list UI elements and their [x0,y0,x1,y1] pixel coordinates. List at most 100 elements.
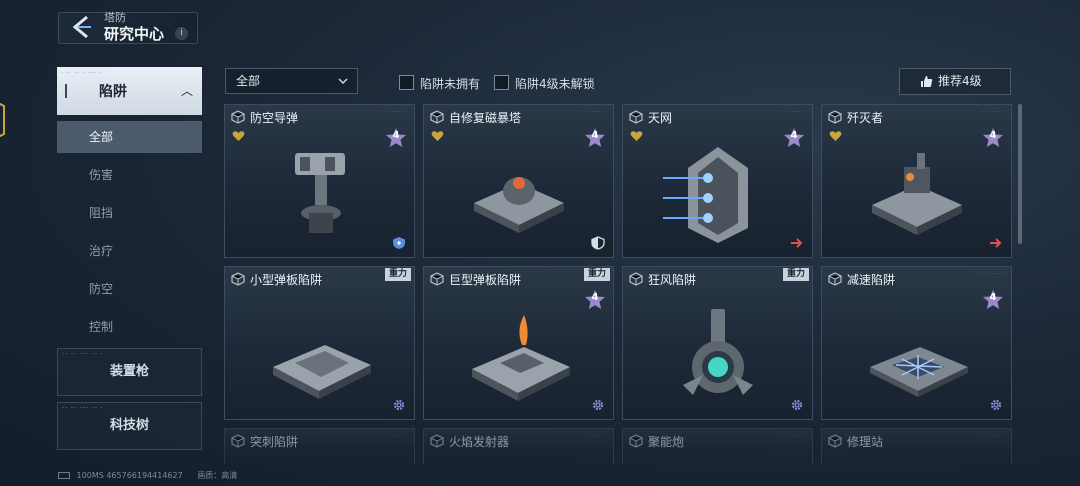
cube-icon [828,434,842,448]
subcategory-damage[interactable]: 伤害 [57,159,202,191]
serial-text: -- ---- - [582,109,607,115]
category-label: 装置枪 [109,364,149,379]
dropdown-value: 全部 [236,74,261,88]
cube-icon [430,272,444,286]
info-icon[interactable]: i [175,27,188,40]
category-devices[interactable]: -- -- --- -- - 装置枪 [57,348,202,396]
trap-card[interactable]: 自修复磁暴塔 -- ---- - 4 [423,104,614,258]
gravity-tag: 重力 [583,268,610,281]
level-badge: 4 [989,292,997,303]
heart-icon[interactable] [431,130,444,142]
subcategory-block[interactable]: 阻挡 [57,197,202,229]
level-badge: 4 [989,130,997,141]
cube-icon [629,434,643,448]
trap-name: 聚能炮 [648,435,685,449]
level4-locked-checkbox[interactable] [494,75,509,90]
trap-name: 减速陷阱 [847,273,896,287]
page-title: 研究中心 [104,25,165,43]
cube-icon [430,110,444,124]
chevron-down-icon [338,78,348,85]
trap-name: 歼灭者 [847,111,884,125]
trap-model-image [295,153,345,233]
trap-name: 自修复磁暴塔 [449,111,522,125]
subcategory-control[interactable]: 控制 [57,311,202,343]
arrow-icon [990,238,1002,248]
category-serial: -- -- --- -- - [62,405,104,411]
category-traps[interactable]: - -- -- - --- - 陷阱 ︿ [57,67,202,115]
trap-model-image [273,345,371,399]
trap-model-image [663,147,748,243]
trap-card[interactable]: 火焰发射器 -- ---- - [423,428,614,464]
back-arrow-icon[interactable] [70,14,94,40]
trap-card[interactable]: 修理站 -- ---- - [821,428,1012,464]
trap-card[interactable]: 狂风陷阱 重力 [622,266,813,420]
trap-name: 狂风陷阱 [648,273,697,287]
trap-card[interactable]: 小型弹板陷阱 重力 [224,266,415,420]
arrow-icon [791,238,803,248]
heart-icon[interactable] [630,130,643,142]
serial-text: -- ---- - [781,433,806,439]
trap-model-image [474,177,564,233]
hex-edge-icon [0,102,5,138]
gear-icon [592,399,604,411]
gear-icon [990,399,1002,411]
trap-name: 巨型弹板陷阱 [449,273,522,287]
cube-icon [828,272,842,286]
trap-card[interactable]: 歼灭者 -- ---- - 4 [821,104,1012,258]
subcategory-antiair[interactable]: 防空 [57,273,202,305]
trap-model-image [872,153,962,235]
recommend-level4-button[interactable]: 推荐4级 [899,68,1011,95]
level-badge: 4 [790,130,798,141]
heart-icon[interactable] [829,130,842,142]
serial-text: -- ---- - [383,433,408,439]
recommend-label: 推荐4级 [938,74,982,88]
trap-name: 火焰发射器 [449,435,510,449]
shield-icon [393,237,405,249]
trap-model-image [472,315,570,401]
level-badge: 4 [392,130,400,141]
cube-icon [231,434,245,448]
cube-icon [430,434,444,448]
subcategory-all[interactable]: 全部 [57,121,202,153]
gear-icon [791,399,803,411]
level-badge: 4 [591,130,599,141]
thumbs-up-icon [921,76,933,87]
chevron-up-icon: ︿ [181,84,194,98]
trap-model-image [683,309,753,395]
gravity-tag: 重力 [384,268,411,281]
serial-text: -- ---- - [980,433,1005,439]
serial-text: -- ---- - [383,109,408,115]
cube-icon [231,110,245,124]
not-owned-checkbox[interactable] [399,75,414,90]
half-shield-icon [591,236,605,250]
trap-card[interactable]: 巨型弹板陷阱 重力 4 [423,266,614,420]
gear-icon [393,399,405,411]
filter-dropdown[interactable]: 全部 [225,68,358,94]
quality-status: 画质：高清 [197,471,238,480]
gravity-tag: 重力 [782,268,809,281]
serial-text: -- ---- - [980,271,1005,277]
category-tech-tree[interactable]: -- -- --- -- - 科技树 [57,402,202,450]
category-label: 科技树 [109,418,149,433]
trap-card[interactable]: 减速陷阱 -- ---- - 4 [821,266,1012,420]
cube-icon [629,272,643,286]
level4-locked-label: 陷阱4级未解锁 [515,77,595,91]
serial-text: -- ---- - [582,433,607,439]
trap-card[interactable]: 突刺陷阱 -- ---- - [224,428,415,464]
status-bar: 100MS 465766194414627 画质：高清 [58,470,237,481]
scrollbar[interactable] [1018,104,1022,244]
ping-status: 100MS 465766194414627 [76,471,183,480]
cube-icon [629,110,643,124]
subcategory-heal[interactable]: 治疗 [57,235,202,267]
level-badge: 4 [591,292,599,303]
serial-text: -- ---- - [781,109,806,115]
heart-icon[interactable] [232,130,245,142]
cube-icon [828,110,842,124]
category-marker [65,84,67,98]
trap-card[interactable]: 防空导弹 -- ---- - 4 [224,104,415,258]
trap-card[interactable]: 天网 -- ---- - 4 [622,104,813,258]
trap-card[interactable]: 聚能炮 -- ---- - [622,428,813,464]
trap-model-image [870,347,968,397]
trap-name: 突刺陷阱 [250,435,299,449]
category-serial: -- -- --- -- - [62,351,104,357]
